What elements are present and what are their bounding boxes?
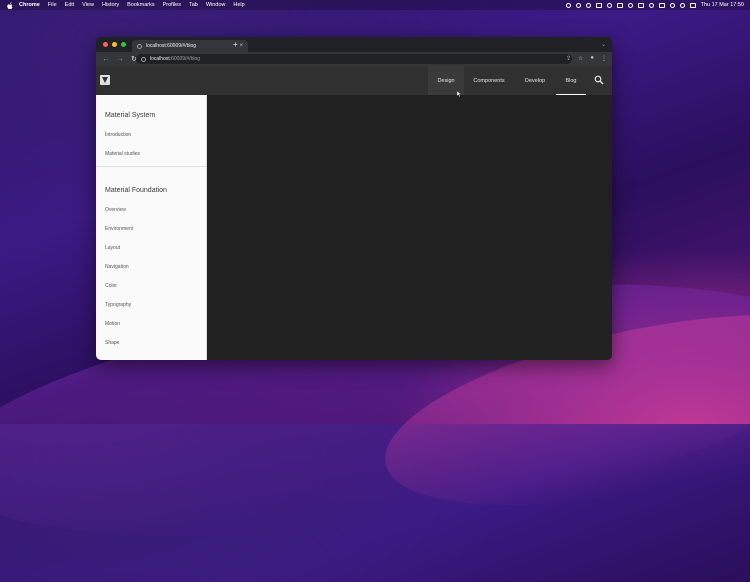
drawer-item-motion[interactable]: Motion bbox=[105, 321, 120, 327]
tab-title: localhost:60009/#/blog bbox=[146, 43, 197, 49]
apple-icon[interactable] bbox=[7, 1, 13, 9]
wifi-icon[interactable] bbox=[669, 2, 675, 8]
toolbar-actions: ⇪ ☆ ● ⋮ bbox=[566, 55, 607, 62]
more-menu-icon[interactable]: ⋮ bbox=[601, 55, 607, 62]
share-icon[interactable]: ⇪ bbox=[566, 55, 571, 62]
tab-strip: localhost:60009/#/blog × + ⌄ bbox=[96, 37, 612, 52]
tray-icon[interactable] bbox=[627, 2, 633, 8]
material-logo-icon[interactable] bbox=[100, 75, 110, 85]
browser-toolbar: ← → ↻ localhost :60009/#/blog ⇪ ☆ ● ⋮ bbox=[96, 52, 612, 66]
app-top-bar: Design Components Develop Blog bbox=[96, 66, 612, 97]
drawer-item-typography[interactable]: Typography bbox=[105, 302, 131, 308]
browser-window: localhost:60009/#/blog × + ⌄ ← → ↻ local… bbox=[96, 37, 612, 360]
tray-icon[interactable] bbox=[575, 2, 581, 8]
drawer-item-introduction[interactable]: Introduction bbox=[105, 132, 131, 138]
close-tab-icon[interactable]: × bbox=[239, 43, 243, 49]
nav-develop[interactable]: Develop bbox=[514, 66, 556, 95]
drawer-divider bbox=[96, 166, 206, 167]
macos-menu-bar: Chrome File Edit View History Bookmarks … bbox=[0, 0, 750, 10]
url-host: localhost bbox=[150, 56, 170, 62]
browser-tab[interactable]: localhost:60009/#/blog × bbox=[132, 40, 248, 52]
drawer-item-shape[interactable]: Shape bbox=[105, 340, 119, 346]
menu-view[interactable]: View bbox=[82, 2, 94, 8]
menu-tab[interactable]: Tab bbox=[189, 2, 198, 8]
close-window-button[interactable] bbox=[103, 42, 108, 47]
drawer-section-title: Material System bbox=[105, 112, 156, 119]
back-icon[interactable]: ← bbox=[102, 56, 110, 63]
menu-bar-extras: Thu 17 Mar 17:50 bbox=[565, 2, 744, 8]
menu-clock[interactable]: Thu 17 Mar 17:50 bbox=[701, 2, 744, 8]
headphones-icon[interactable] bbox=[648, 2, 654, 8]
menu-app-name[interactable]: Chrome bbox=[19, 2, 40, 8]
menu-profiles[interactable]: Profiles bbox=[163, 2, 181, 8]
tray-icon[interactable] bbox=[637, 2, 644, 8]
drawer-item-overview[interactable]: Overview bbox=[105, 207, 126, 213]
drawer-item-environment[interactable]: Environment bbox=[105, 226, 133, 232]
forward-icon[interactable]: → bbox=[116, 56, 124, 63]
navigation-drawer: Material System Introduction Material st… bbox=[96, 95, 207, 360]
window-controls bbox=[103, 42, 126, 47]
drawer-item-layout[interactable]: Layout bbox=[105, 245, 120, 251]
mouse-cursor-icon bbox=[457, 91, 462, 97]
tray-icon[interactable] bbox=[595, 2, 602, 8]
drawer-item-navigation[interactable]: Navigation bbox=[105, 264, 129, 270]
control-center-icon[interactable] bbox=[689, 2, 696, 8]
menu-file[interactable]: File bbox=[48, 2, 57, 8]
bookmark-star-icon[interactable]: ☆ bbox=[578, 55, 583, 62]
drawer-section-title: Material Foundation bbox=[105, 187, 167, 194]
tray-icon[interactable] bbox=[565, 2, 571, 8]
top-nav: Design Components Develop Blog bbox=[428, 66, 586, 95]
nav-blog[interactable]: Blog bbox=[556, 66, 586, 95]
tab-search-chevron-icon[interactable]: ⌄ bbox=[601, 41, 606, 48]
site-info-icon[interactable] bbox=[141, 56, 146, 62]
profile-icon[interactable]: ● bbox=[590, 55, 594, 62]
menu-window[interactable]: Window bbox=[206, 2, 226, 8]
globe-icon bbox=[137, 43, 142, 49]
url-path: :60009/#/blog bbox=[169, 56, 201, 62]
drawer-item-material-studies[interactable]: Material studies bbox=[105, 151, 140, 157]
menu-help[interactable]: Help bbox=[233, 2, 244, 8]
menu-edit[interactable]: Edit bbox=[65, 2, 74, 8]
tray-icon[interactable] bbox=[616, 2, 623, 8]
tray-icon[interactable] bbox=[606, 2, 612, 8]
web-app: Design Components Develop Blog Material … bbox=[96, 66, 612, 360]
menu-history[interactable]: History bbox=[102, 2, 119, 8]
maximize-window-button[interactable] bbox=[121, 42, 126, 47]
tray-icon[interactable] bbox=[585, 2, 591, 8]
menu-bookmarks[interactable]: Bookmarks bbox=[127, 2, 155, 8]
minimize-window-button[interactable] bbox=[112, 42, 117, 47]
address-bar[interactable]: localhost :60009/#/blog bbox=[136, 54, 572, 64]
battery-icon[interactable] bbox=[658, 2, 665, 8]
search-icon[interactable] bbox=[594, 75, 604, 85]
new-tab-button[interactable]: + bbox=[233, 40, 238, 49]
search-icon[interactable] bbox=[679, 2, 685, 8]
nav-components[interactable]: Components bbox=[464, 66, 514, 95]
drawer-item-color[interactable]: Color bbox=[105, 283, 117, 289]
